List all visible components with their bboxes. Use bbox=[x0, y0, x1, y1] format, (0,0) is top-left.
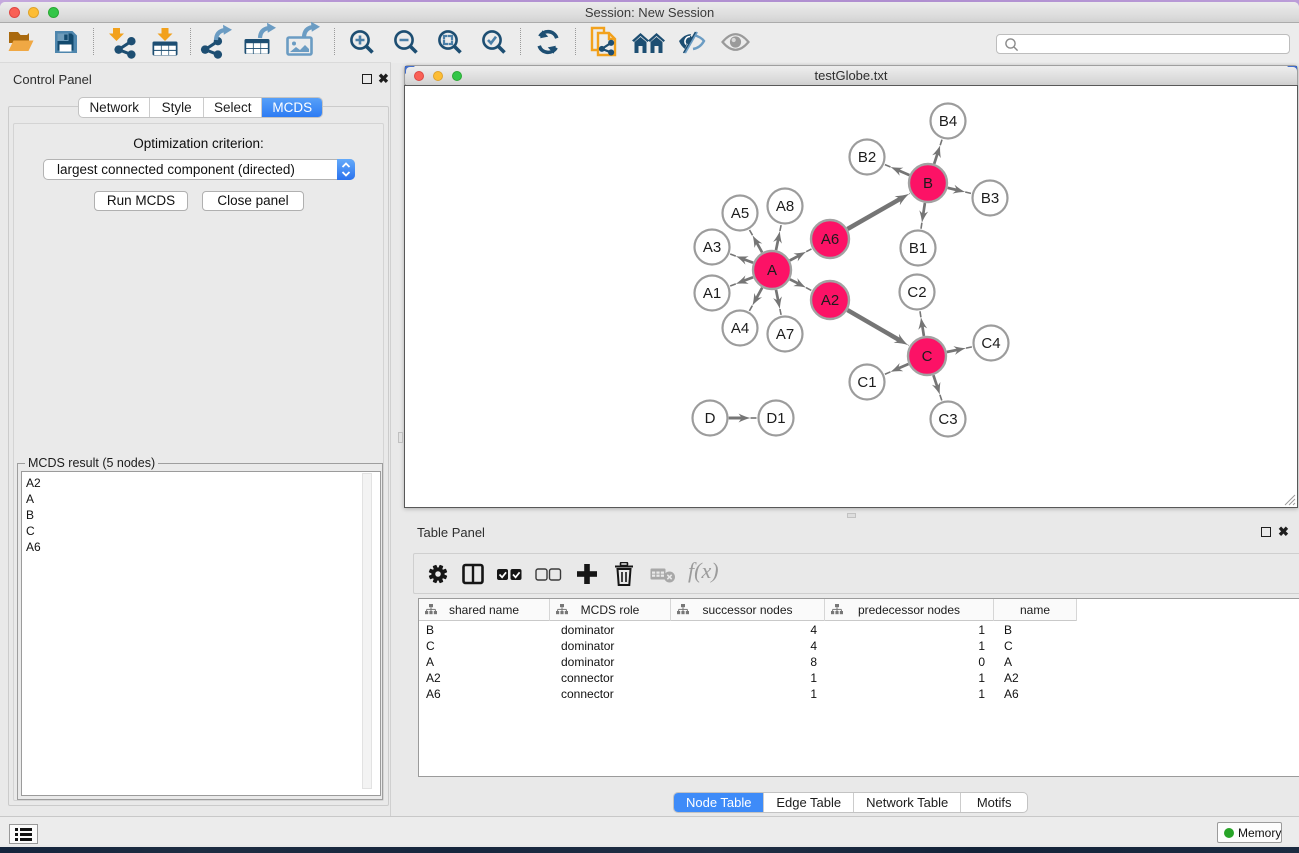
svg-text:A8: A8 bbox=[776, 198, 794, 215]
svg-text:B: B bbox=[923, 175, 933, 192]
svg-text:A2: A2 bbox=[821, 292, 839, 309]
svg-text:C1: C1 bbox=[857, 374, 876, 391]
svg-text:A3: A3 bbox=[703, 239, 721, 256]
svg-text:B1: B1 bbox=[909, 240, 927, 257]
svg-text:A4: A4 bbox=[731, 320, 749, 337]
svg-text:D: D bbox=[705, 410, 716, 427]
svg-text:C3: C3 bbox=[938, 411, 957, 428]
svg-text:C4: C4 bbox=[981, 335, 1000, 352]
svg-text:A1: A1 bbox=[703, 285, 721, 302]
svg-text:A: A bbox=[767, 262, 777, 279]
svg-text:C: C bbox=[922, 348, 933, 365]
svg-text:B2: B2 bbox=[858, 149, 876, 166]
svg-text:A7: A7 bbox=[776, 326, 794, 343]
svg-text:B3: B3 bbox=[981, 190, 999, 207]
svg-text:A6: A6 bbox=[821, 231, 839, 248]
svg-text:C2: C2 bbox=[907, 284, 926, 301]
svg-text:B4: B4 bbox=[939, 113, 957, 130]
svg-text:A5: A5 bbox=[731, 205, 749, 222]
svg-text:D1: D1 bbox=[766, 410, 785, 427]
